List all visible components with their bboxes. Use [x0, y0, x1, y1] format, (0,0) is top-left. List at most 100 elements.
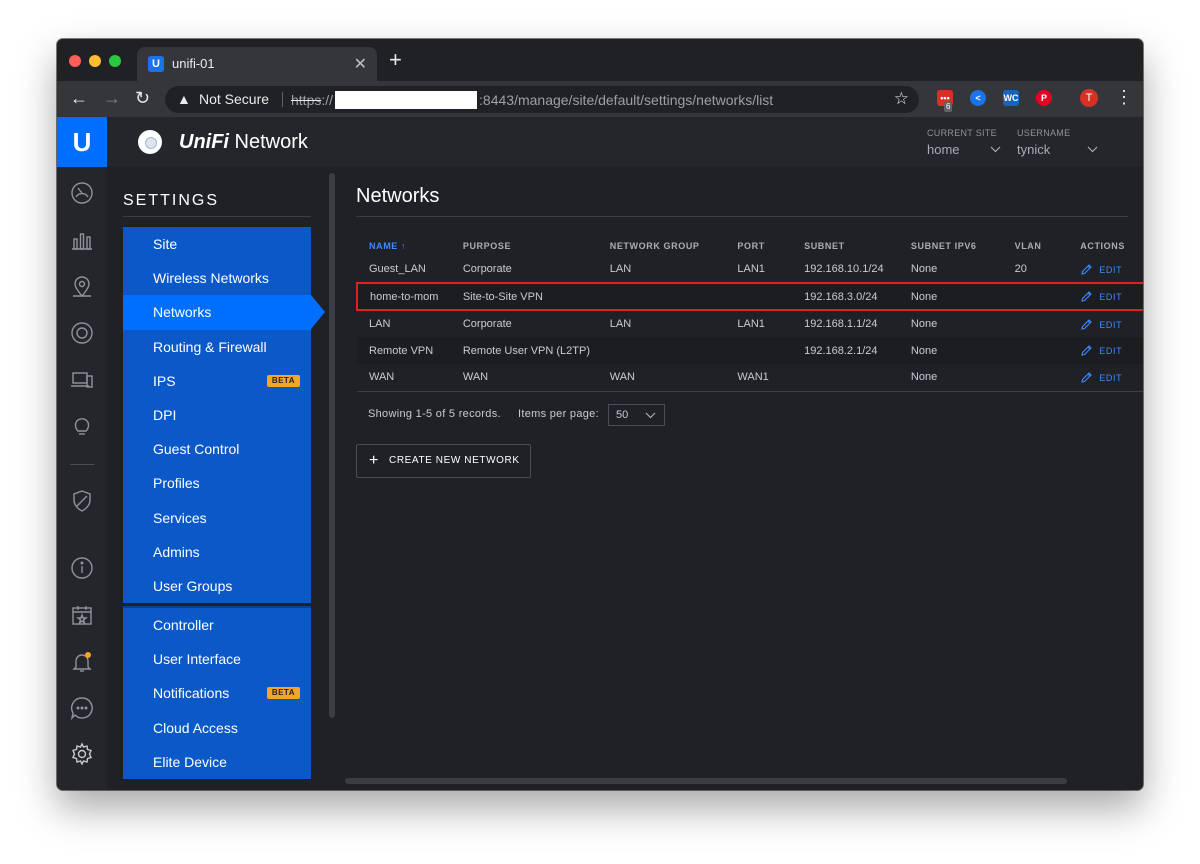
column-header-name[interactable]: NAME ↑: [357, 236, 451, 256]
rail-divider: [70, 464, 94, 465]
menu-item-label: Notifications: [153, 685, 230, 702]
settings-menu-item-dpi[interactable]: DPI: [123, 398, 311, 432]
menu-item-label: Wireless Networks: [153, 270, 269, 287]
devices-icon[interactable]: [70, 321, 94, 345]
table-row[interactable]: home-to-mom Site-to-Site VPN 192.168.3.0/2…: [356, 282, 1143, 311]
settings-menu-item-site[interactable]: Site: [123, 227, 311, 261]
cell-actions: EDIT: [1068, 337, 1143, 364]
column-header-purpose[interactable]: PURPOSE: [451, 236, 598, 256]
maximize-window-button[interactable]: [109, 55, 121, 67]
info-icon[interactable]: [70, 556, 94, 580]
chevron-down-icon: [645, 412, 656, 419]
current-site-value: home: [927, 142, 960, 157]
edit-label: EDIT: [1099, 292, 1123, 302]
settings-menu-item-user-interface[interactable]: User Interface: [123, 642, 311, 676]
cell-vlan: [1002, 337, 1069, 364]
settings-menu-item-user-groups[interactable]: User Groups: [123, 569, 311, 603]
settings-divider: [123, 216, 311, 217]
content-horizontal-scrollbar[interactable]: [345, 778, 1067, 784]
cell-port: LAN1: [737, 318, 765, 330]
create-new-network-button[interactable]: + CREATE NEW NETWORK: [356, 444, 531, 478]
browser-tab[interactable]: U unifi-01 ✕: [137, 47, 377, 81]
tab-title: unifi-01: [172, 56, 215, 71]
column-header-subnet[interactable]: SUBNET: [792, 236, 899, 256]
cell-port: [725, 282, 793, 311]
column-header-vlan[interactable]: VLAN: [1003, 236, 1069, 256]
settings-menu-item-wireless-networks[interactable]: Wireless Networks: [123, 261, 311, 295]
items-per-page-select[interactable]: 50: [608, 404, 665, 426]
settings-menu-item-profiles[interactable]: Profiles: [123, 466, 311, 500]
bookmark-star-icon[interactable]: ☆: [894, 89, 909, 109]
column-header-port[interactable]: PORT: [725, 236, 792, 256]
address-bar[interactable]: ▲ Not Secure https://:8443/manage/site/d…: [165, 86, 919, 113]
tab-strip: U unifi-01 ✕ +: [57, 39, 1143, 81]
back-arrow-icon[interactable]: ←: [70, 88, 88, 108]
edit-network-button[interactable]: EDIT: [1080, 318, 1123, 330]
edit-network-button[interactable]: EDIT: [1080, 263, 1122, 275]
table-row[interactable]: WAN WAN WAN WAN1 None EDIT: [357, 364, 1143, 392]
menu-item-label: User Groups: [153, 577, 233, 594]
edit-label: EDIT: [1099, 346, 1123, 356]
settings-menu-item-admins[interactable]: Admins: [123, 535, 311, 569]
edit-network-button[interactable]: EDIT: [1080, 291, 1123, 302]
profile-avatar[interactable]: T: [1080, 89, 1098, 107]
settings-title: SETTINGS: [123, 192, 220, 209]
settings-menu-item-networks[interactable]: Networks: [123, 295, 325, 330]
settings-menu-item-ips[interactable]: IPS BETA: [123, 364, 311, 398]
settings-scrollbar[interactable]: [329, 173, 335, 718]
statistics-icon[interactable]: [70, 228, 94, 252]
chrome-menu-icon[interactable]: ⋮: [1115, 88, 1133, 106]
chat-support-icon[interactable]: [70, 696, 94, 720]
menu-item-label: Profiles: [153, 475, 200, 492]
table-row[interactable]: LAN Corporate LAN LAN1 192.168.1.1/24 None EDI…: [357, 310, 1143, 337]
security-shield-icon[interactable]: [70, 489, 94, 513]
insights-icon[interactable]: [70, 414, 94, 438]
pencil-icon: [1081, 263, 1093, 275]
username-label: USERNAME: [1017, 128, 1071, 138]
map-icon[interactable]: [70, 275, 94, 299]
settings-menu-item-elite-device[interactable]: Elite Device: [123, 745, 311, 779]
settings-menu-item-services[interactable]: Services: [123, 501, 311, 535]
cell-ipv6: None: [910, 318, 938, 330]
cell-group: [597, 337, 726, 364]
settings-menu-item-notifications[interactable]: Notifications BETA: [123, 676, 311, 710]
minimize-window-button[interactable]: [89, 55, 101, 67]
column-header-network-group[interactable]: NETWORK GROUP: [598, 236, 726, 256]
chevron-down-icon: [1087, 146, 1098, 153]
clients-icon[interactable]: [70, 368, 94, 392]
events-calendar-icon[interactable]: [70, 603, 94, 627]
settings-gear-icon[interactable]: [70, 742, 94, 766]
icon-rail: U: [57, 117, 107, 790]
tab-close-icon[interactable]: ✕: [354, 54, 367, 74]
unifi-favicon-icon: U: [148, 56, 164, 72]
edit-network-button[interactable]: EDIT: [1080, 345, 1123, 356]
close-window-button[interactable]: [69, 55, 81, 67]
dashboard-icon[interactable]: [70, 181, 94, 205]
column-header-actions: ACTIONS: [1080, 241, 1125, 251]
cell-port: LAN1: [737, 263, 765, 275]
edit-label: EDIT: [1099, 319, 1123, 330]
column-header-subnet-ipv6[interactable]: SUBNET IPV6: [899, 236, 1003, 256]
settings-menu-item-guest-control[interactable]: Guest Control: [123, 432, 311, 466]
settings-menu-item-routing-firewall[interactable]: Routing & Firewall: [123, 330, 311, 364]
edit-network-button[interactable]: EDIT: [1080, 371, 1122, 383]
extension-share-icon[interactable]: <: [970, 90, 986, 106]
unifi-logo-icon[interactable]: U: [57, 117, 107, 167]
cell-name: WAN: [357, 364, 451, 392]
extension-pinterest-icon[interactable]: P: [1036, 90, 1052, 106]
cell-purpose: Corporate: [462, 318, 512, 330]
cell-group: [597, 282, 726, 311]
table-row[interactable]: Guest_LAN Corporate LAN LAN1 192.168.10.1/24…: [357, 256, 1143, 283]
extension-wc-icon[interactable]: WC: [1003, 90, 1019, 106]
alerts-bell-icon[interactable]: [70, 650, 94, 674]
settings-menu-item-controller[interactable]: Controller: [123, 608, 311, 642]
forward-arrow-icon[interactable]: →: [103, 88, 121, 108]
create-new-network-label: CREATE NEW NETWORK: [389, 455, 520, 466]
networks-table: NAME ↑ PURPOSE NETWORK GROUP PORT SUBNET…: [356, 236, 1143, 392]
table-row[interactable]: Remote VPN Remote User VPN (L2TP) 192.168.…: [357, 337, 1143, 364]
new-tab-button[interactable]: +: [389, 49, 402, 71]
reload-icon[interactable]: ↻: [135, 88, 150, 108]
plus-icon: +: [369, 452, 379, 469]
settings-menu-item-cloud-access[interactable]: Cloud Access: [123, 711, 311, 745]
not-secure-label: Not Secure: [199, 91, 270, 107]
